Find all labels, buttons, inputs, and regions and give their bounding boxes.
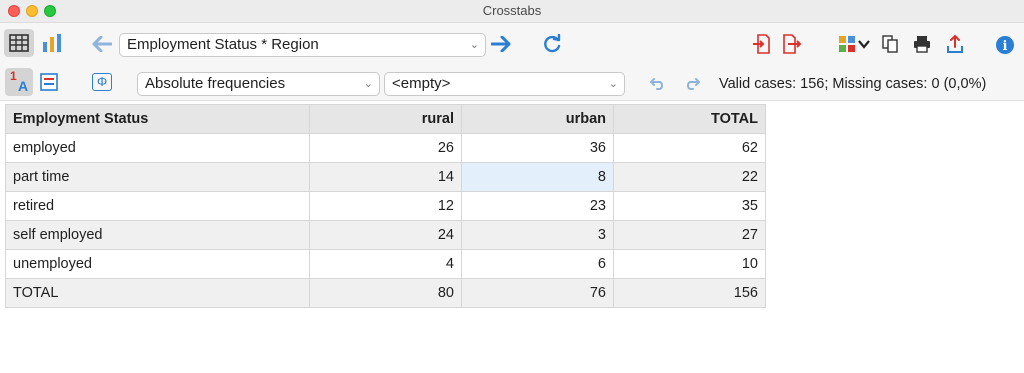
window-title: Crosstabs — [482, 3, 542, 18]
variable-selector-value: Employment Status * Region — [127, 36, 319, 53]
table-cell[interactable]: 26 — [309, 133, 462, 163]
table-cell-selected[interactable]: 8 — [461, 162, 614, 192]
info-icon[interactable]: i — [994, 34, 1016, 56]
svg-text:i: i — [1003, 39, 1008, 54]
main-toolbar: Employment Status * Region ⌄ i — [0, 23, 1024, 65]
sort-icon[interactable]: 1 A — [5, 68, 33, 96]
chevron-down-icon: ⌄ — [363, 78, 373, 90]
table-cell[interactable]: 27 — [613, 220, 766, 250]
table-cell[interactable]: 12 — [309, 191, 462, 221]
table-header-row: Employment Status rural urban TOTAL — [5, 104, 766, 134]
undo-icon[interactable] — [648, 74, 668, 92]
chevron-down-icon: ⌄ — [469, 39, 479, 51]
redo-icon[interactable] — [682, 74, 702, 92]
refresh-icon[interactable] — [540, 32, 564, 56]
table-cell[interactable]: 23 — [461, 191, 614, 221]
table-cell[interactable]: 36 — [461, 133, 614, 163]
variable-selector[interactable]: Employment Status * Region ⌄ — [119, 33, 486, 57]
table-cell[interactable]: 35 — [613, 191, 766, 221]
export-icon[interactable] — [781, 33, 803, 55]
copy-icon[interactable] — [880, 34, 900, 54]
back-arrow-icon[interactable] — [90, 33, 114, 55]
crosstab-table: Employment Status rural urban TOTAL empl… — [5, 104, 766, 308]
table-cell[interactable]: 22 — [613, 162, 766, 192]
title-bar: Crosstabs — [0, 0, 1024, 23]
table-row: unemployed 4 6 10 — [5, 249, 766, 279]
table-cell[interactable]: 3 — [461, 220, 614, 250]
table-row: employed 26 36 62 — [5, 133, 766, 163]
table-cell[interactable]: 6 — [461, 249, 614, 279]
print-icon[interactable] — [911, 34, 933, 54]
column-header[interactable]: urban — [461, 104, 614, 134]
table-cell[interactable]: 14 — [309, 162, 462, 192]
chart-view-icon[interactable] — [39, 31, 65, 55]
cases-status: Valid cases: 156; Missing cases: 0 (0,0%… — [719, 76, 987, 92]
column-header[interactable]: Employment Status — [5, 104, 310, 134]
row-label[interactable]: self employed — [5, 220, 310, 250]
table-cell[interactable]: 24 — [309, 220, 462, 250]
column-header[interactable]: TOTAL — [613, 104, 766, 134]
row-label[interactable]: unemployed — [5, 249, 310, 279]
table-cell[interactable]: 4 — [309, 249, 462, 279]
table-cell[interactable]: 156 — [613, 278, 766, 308]
forward-arrow-icon[interactable] — [489, 33, 513, 55]
table-row: part time 14 8 22 — [5, 162, 766, 192]
sort-icon-letter: A — [18, 78, 29, 94]
filter-selector-value: <empty> — [392, 75, 451, 92]
table-cell[interactable]: 10 — [613, 249, 766, 279]
filter-selector[interactable]: <empty> ⌄ — [384, 72, 625, 96]
column-header[interactable]: rural — [309, 104, 462, 134]
table-row: self employed 24 3 27 — [5, 220, 766, 250]
layout-icon[interactable] — [38, 71, 60, 93]
chevron-down-icon: ⌄ — [608, 78, 618, 90]
color-palette-icon[interactable] — [836, 34, 858, 54]
table-cell[interactable]: 62 — [613, 133, 766, 163]
table-total-row: TOTAL 80 76 156 — [5, 278, 766, 308]
table-row: retired 12 23 35 — [5, 191, 766, 221]
table-cell[interactable]: 76 — [461, 278, 614, 308]
table-cell[interactable]: 80 — [309, 278, 462, 308]
table-view-icon[interactable] — [4, 29, 34, 57]
row-label[interactable]: retired — [5, 191, 310, 221]
frequency-selector[interactable]: Absolute frequencies ⌄ — [137, 72, 380, 96]
share-icon[interactable] — [944, 33, 966, 55]
row-label[interactable]: part time — [5, 162, 310, 192]
import-icon[interactable] — [750, 33, 772, 55]
chevron-down-icon[interactable] — [857, 36, 871, 52]
frequency-selector-value: Absolute frequencies — [145, 75, 286, 92]
row-label[interactable]: TOTAL — [5, 278, 310, 308]
sort-icon-digit: 1 — [10, 69, 17, 83]
row-label[interactable]: employed — [5, 133, 310, 163]
formula-icon[interactable]: Φ — [90, 71, 114, 93]
